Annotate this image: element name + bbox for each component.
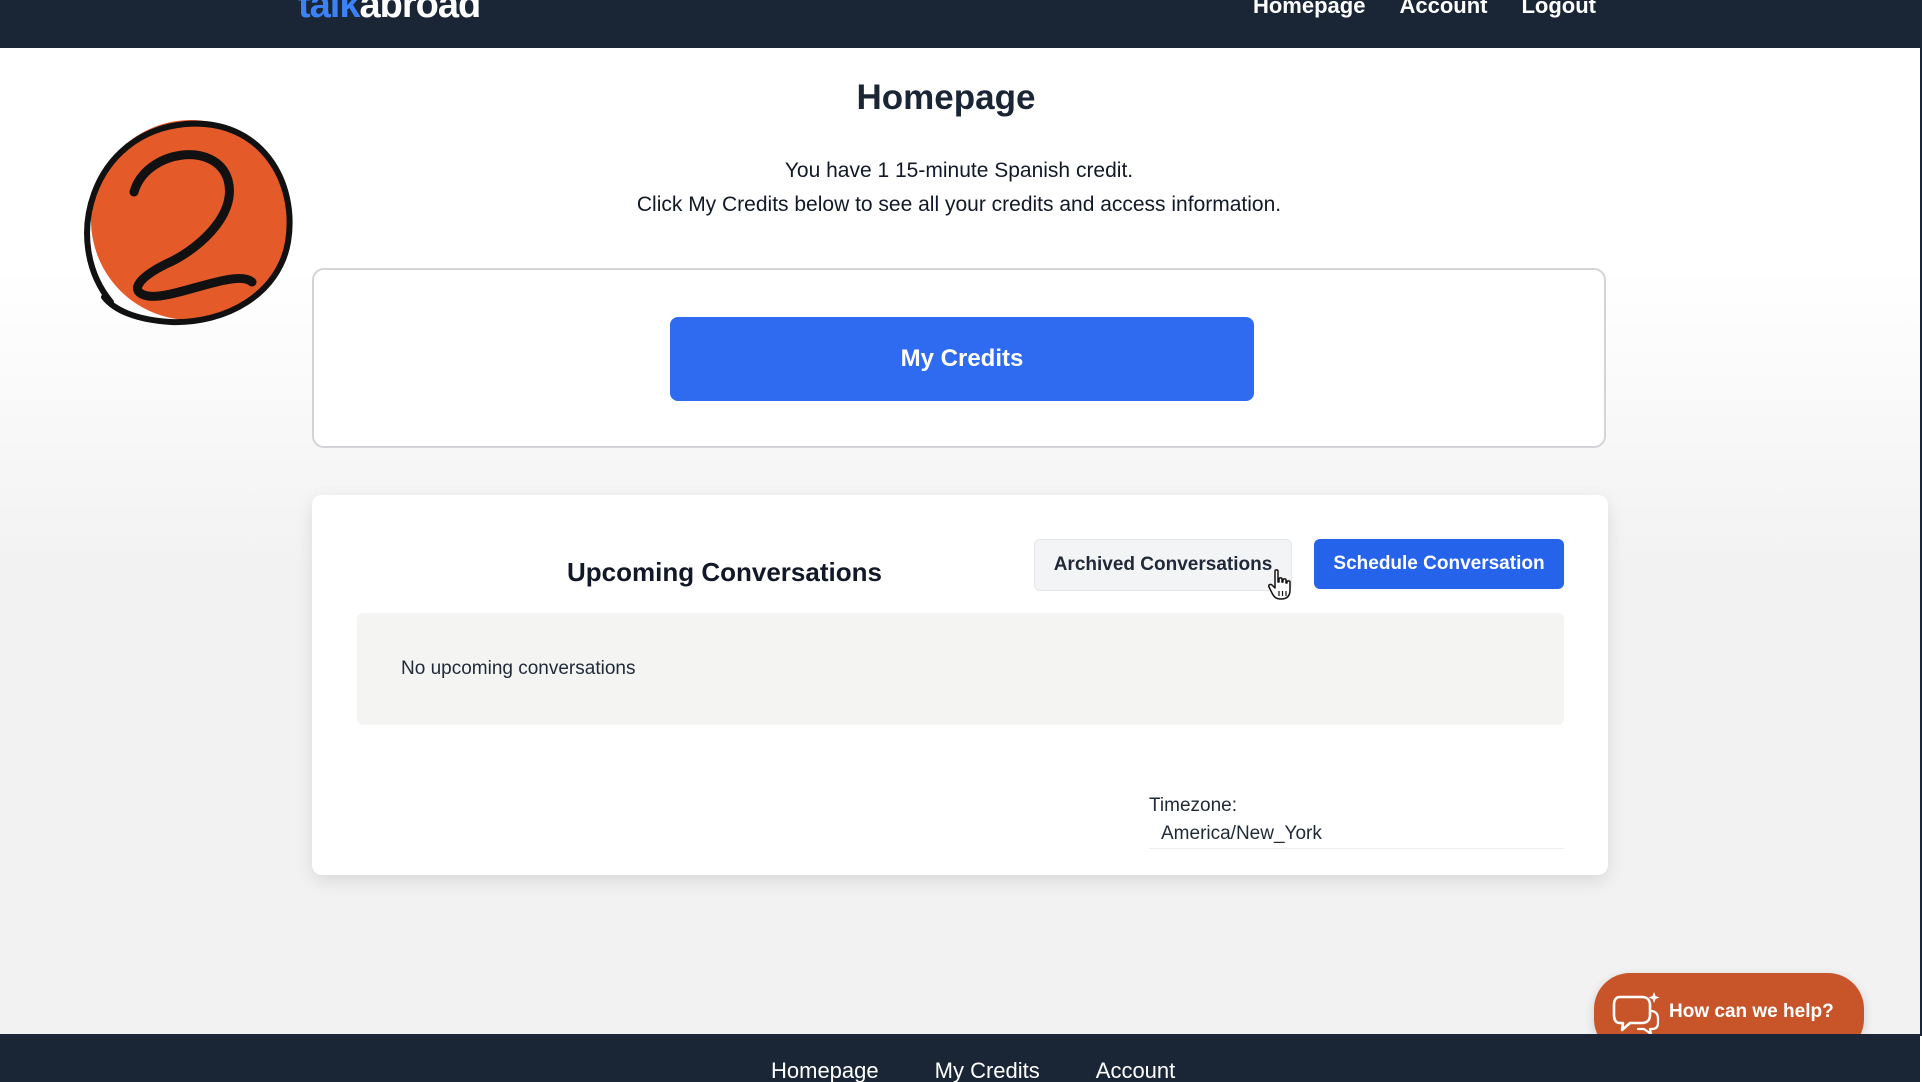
- talkabroad-logo[interactable]: talkabroad: [298, 0, 481, 27]
- credit-hint-text: Click My Credits below to see all your c…: [636, 193, 1282, 216]
- footer-nav-links: Homepage My Credits Account: [771, 1058, 1175, 1082]
- top-navbar: talkabroad Homepage Account Logout: [0, 0, 1922, 48]
- help-chat-label: How can we help?: [1669, 1001, 1834, 1022]
- conversations-card: Upcoming Conversations Archived Conversa…: [312, 495, 1608, 875]
- archived-conversations-button[interactable]: Archived Conversations: [1034, 539, 1292, 591]
- nav-logout-link[interactable]: Logout: [1521, 0, 1596, 19]
- footer-account-link[interactable]: Account: [1096, 1058, 1176, 1082]
- logo-part-abroad: abroad: [359, 0, 481, 26]
- footer-homepage-link[interactable]: Homepage: [771, 1058, 879, 1082]
- timezone-label: Timezone:: [1149, 795, 1237, 816]
- chat-bubbles-icon: [1612, 992, 1660, 1035]
- nav-account-link[interactable]: Account: [1399, 0, 1487, 19]
- main-content: Homepage You have 1 15-minute Spanish cr…: [0, 48, 1920, 1034]
- upcoming-conversations-heading: Upcoming Conversations: [567, 557, 882, 587]
- top-nav-links: Homepage Account Logout: [1253, 0, 1596, 19]
- nav-homepage-link[interactable]: Homepage: [1253, 0, 1365, 19]
- timezone-select[interactable]: America/New_York: [1149, 819, 1564, 849]
- footer: Homepage My Credits Account: [0, 1034, 1920, 1082]
- credit-summary-text: You have 1 15-minute Spanish credit.: [784, 159, 1134, 182]
- empty-state-text: No upcoming conversations: [401, 658, 636, 679]
- upcoming-conversations-list: No upcoming conversations: [357, 613, 1564, 725]
- logo-part-talk: talk: [298, 0, 360, 26]
- schedule-conversation-button[interactable]: Schedule Conversation: [1314, 539, 1564, 589]
- credits-card: My Credits: [312, 268, 1606, 448]
- page-title: Homepage: [856, 78, 1036, 117]
- my-credits-button[interactable]: My Credits: [670, 317, 1254, 401]
- step-2-badge-icon: [84, 120, 293, 326]
- footer-my-credits-link[interactable]: My Credits: [935, 1058, 1040, 1082]
- pointer-hand-cursor-icon: [1268, 569, 1291, 600]
